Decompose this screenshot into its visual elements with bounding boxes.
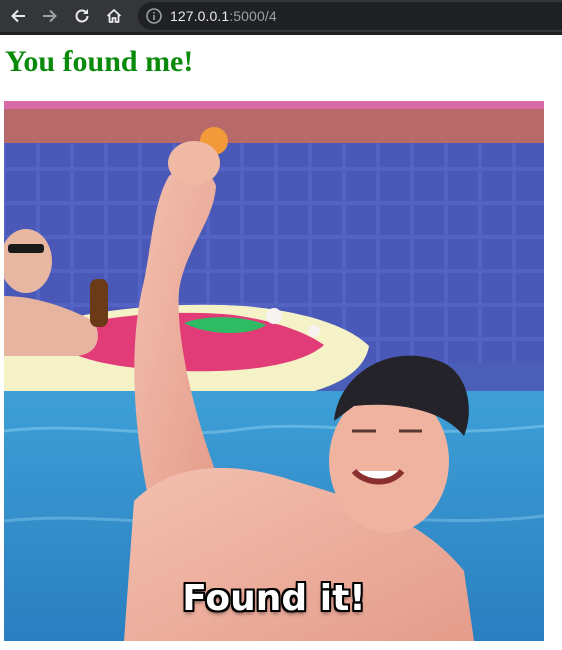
url-text[interactable]: 127.0.0.1:5000/4 <box>170 8 277 24</box>
page-heading: You found me! <box>5 45 194 78</box>
reload-icon <box>75 9 89 23</box>
home-button[interactable] <box>102 4 126 28</box>
home-icon <box>106 9 122 23</box>
toolbar-divider <box>0 32 562 35</box>
reload-button[interactable] <box>70 4 94 28</box>
back-icon <box>11 9 25 23</box>
back-button[interactable] <box>6 4 30 28</box>
forward-button[interactable] <box>38 4 62 28</box>
forward-icon <box>43 9 57 23</box>
browser-toolbar: 127.0.0.1:5000/4 <box>0 0 562 32</box>
gif-caption: Found it! <box>182 578 366 619</box>
info-icon[interactable] <box>145 7 163 25</box>
url-host: 127.0.0.1 <box>170 8 230 24</box>
gif-image <box>4 101 544 641</box>
url-path: :5000/4 <box>229 8 277 24</box>
found-it-gif: Found it! <box>4 101 544 641</box>
